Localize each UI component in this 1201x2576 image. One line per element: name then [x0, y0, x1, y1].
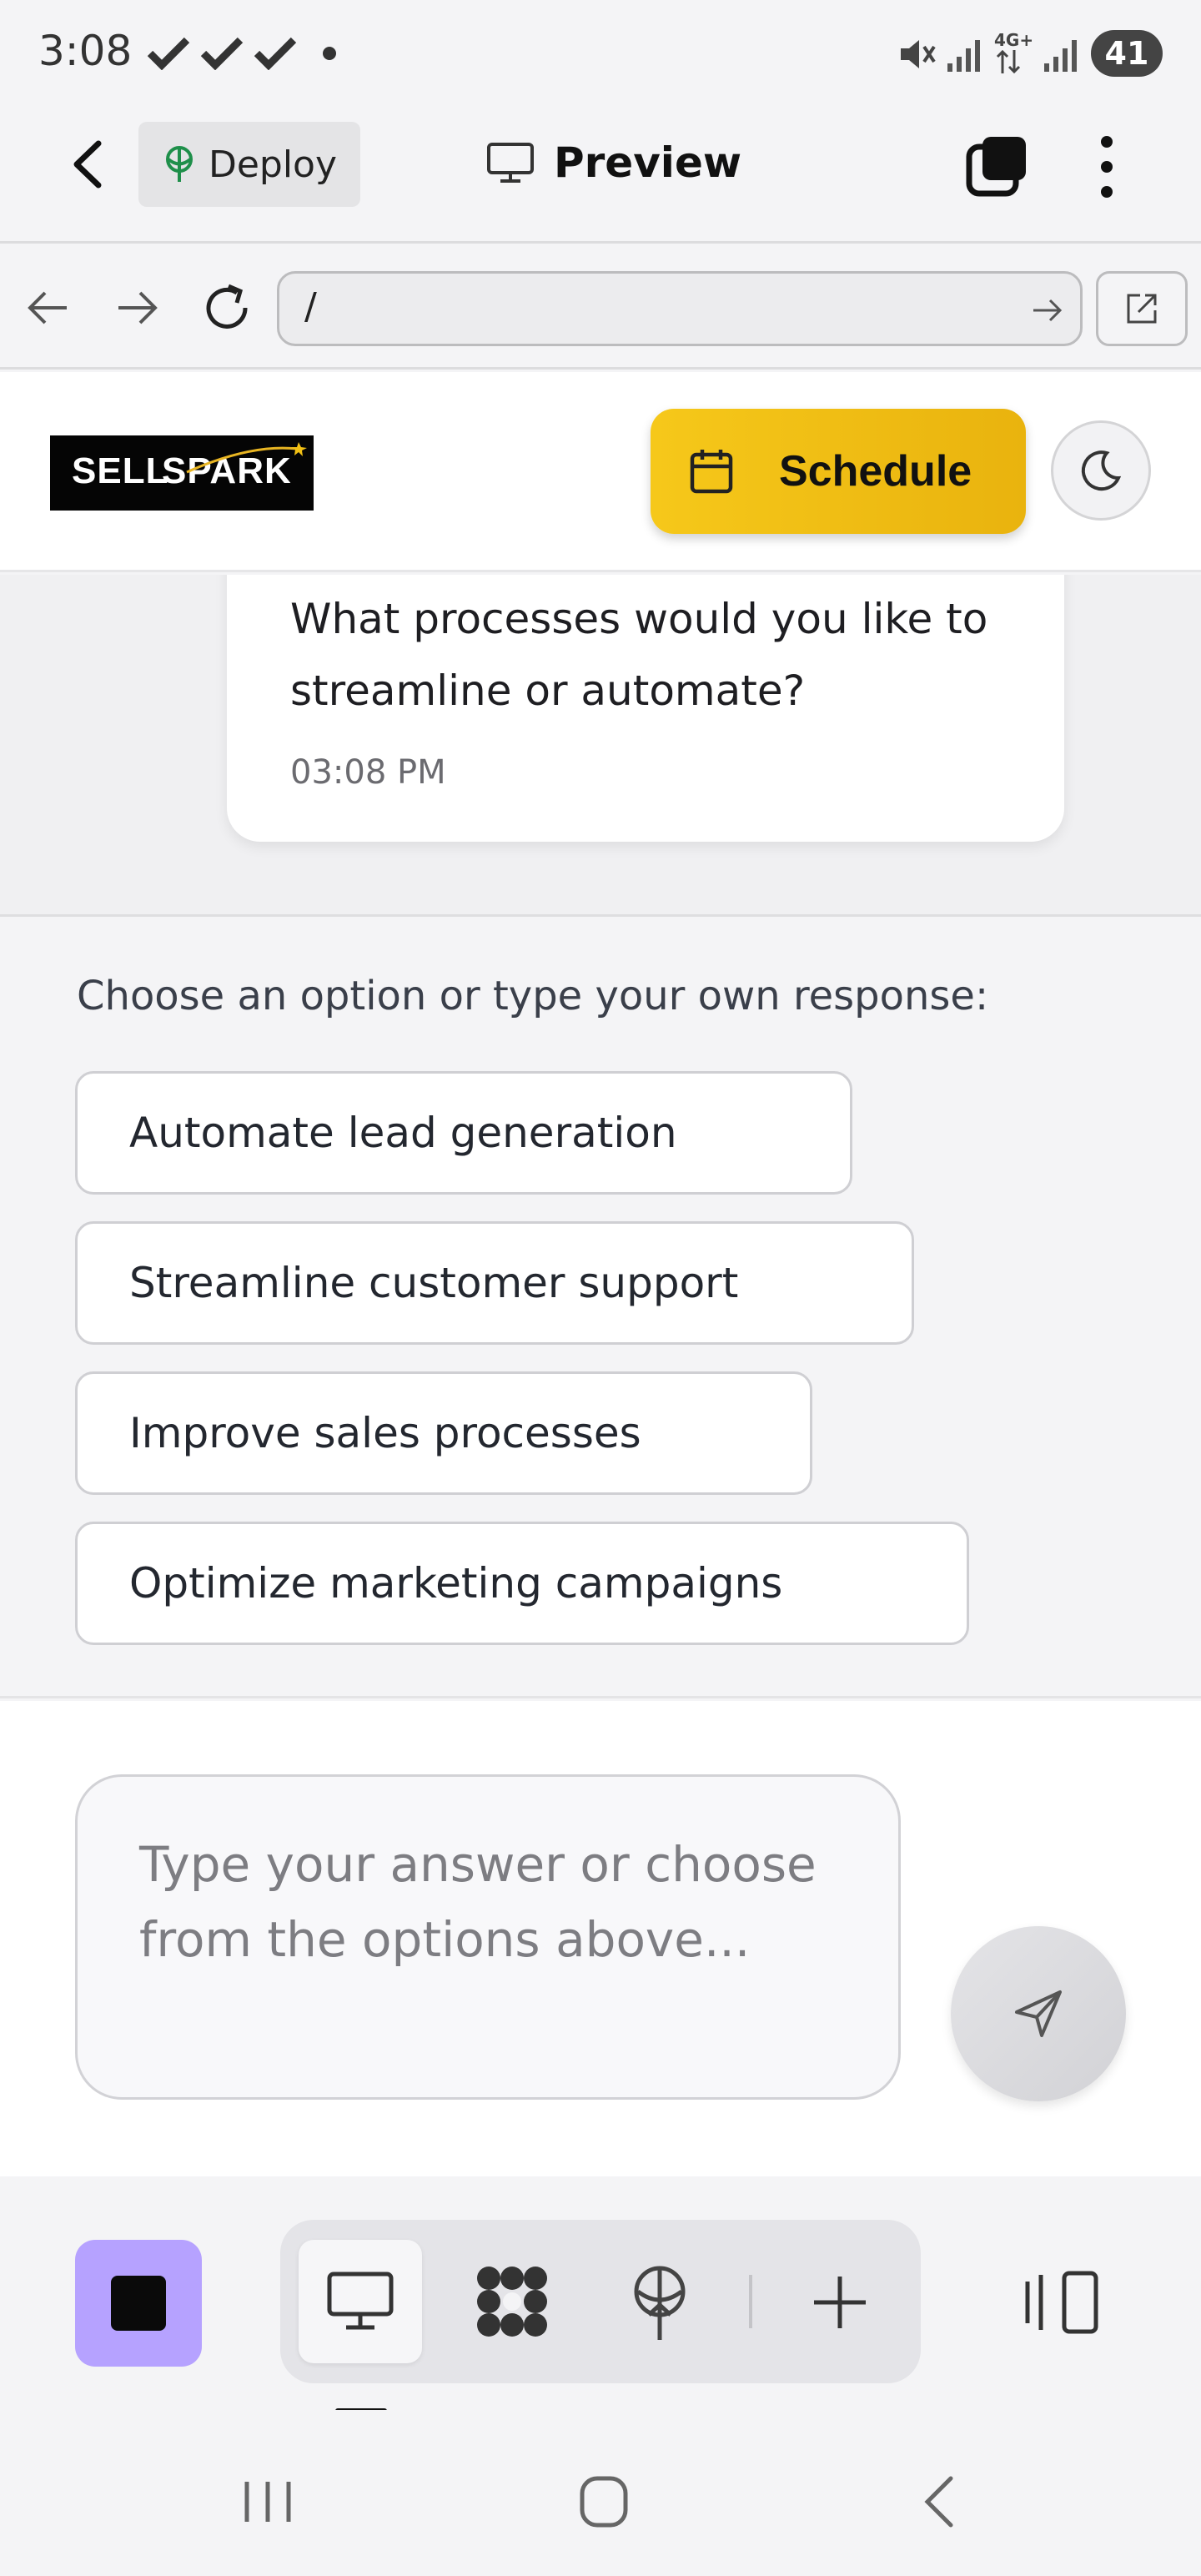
check-icon	[147, 37, 190, 70]
schedule-button[interactable]: Schedule	[651, 409, 1026, 534]
preview-tab[interactable]: Preview	[485, 133, 741, 192]
deploy-button[interactable]: Deploy	[138, 122, 360, 207]
go-arrow-icon[interactable]	[1030, 295, 1063, 325]
input-area: Type your answer or choose from the opti…	[0, 1701, 1201, 2176]
option-button[interactable]: Streamline customer support	[75, 1221, 914, 1345]
bottom-toolbar	[0, 2176, 1201, 2413]
network-type: 4G+	[994, 30, 1034, 50]
answer-input[interactable]: Type your answer or choose from the opti…	[75, 1774, 901, 2100]
stop-icon	[111, 2276, 166, 2331]
sellspark-logo[interactable]: SELL SPARK	[50, 435, 314, 511]
logo-text-sell: SELL	[72, 450, 169, 491]
signal-icon	[1044, 40, 1077, 72]
system-nav-bar	[0, 2410, 1201, 2576]
reload-icon[interactable]	[200, 281, 254, 335]
nav-forward-icon[interactable]	[113, 286, 160, 330]
tabs-icon[interactable]	[964, 133, 1029, 199]
quick-options: Choose an option or type your own respon…	[0, 919, 1201, 1698]
option-button[interactable]: Improve sales processes	[75, 1371, 812, 1495]
system-back-icon[interactable]	[917, 2473, 959, 2530]
status-bar: 3:08 4G+ 41	[0, 0, 1201, 108]
tool-group	[280, 2220, 921, 2383]
app-header: Deploy Preview	[0, 108, 1201, 244]
message-timestamp: 03:08 PM	[290, 753, 446, 792]
send-button[interactable]	[951, 1926, 1126, 2101]
deploy-icon	[165, 146, 193, 182]
spark-swoosh-icon	[186, 442, 307, 474]
data-arrows-icon	[996, 49, 1021, 74]
check-icon	[254, 37, 297, 70]
open-external-button[interactable]	[1096, 271, 1188, 346]
mute-icon	[901, 40, 936, 68]
external-link-icon	[1127, 294, 1157, 324]
recents-icon[interactable]	[240, 2477, 295, 2527]
browser-bar: /	[0, 246, 1201, 370]
option-button[interactable]: Automate lead generation	[75, 1071, 852, 1195]
option-button[interactable]: Optimize marketing campaigns	[75, 1522, 969, 1645]
battery-indicator: 41	[1091, 30, 1163, 77]
check-icon	[200, 37, 244, 70]
integrations-icon[interactable]	[472, 2262, 552, 2342]
deploy-label: Deploy	[208, 143, 338, 186]
preview-label: Preview	[554, 138, 742, 187]
schedule-label: Schedule	[779, 447, 972, 496]
back-icon[interactable]	[67, 138, 108, 190]
divider	[749, 2275, 752, 2328]
notification-dot	[323, 47, 336, 60]
desktop-view-button[interactable]	[299, 2240, 422, 2363]
signal-icon	[947, 40, 980, 72]
send-icon	[1015, 1990, 1062, 2037]
options-prompt: Choose an option or type your own respon…	[77, 973, 989, 1019]
clock: 3:08	[38, 27, 133, 75]
theme-toggle-button[interactable]	[1051, 420, 1151, 521]
home-icon[interactable]	[577, 2473, 631, 2530]
stop-button[interactable]	[75, 2240, 202, 2367]
message-text: What processes would you like to streaml…	[290, 595, 988, 715]
calendar-icon	[690, 450, 733, 494]
monitor-icon	[487, 143, 534, 183]
assistant-message: What processes would you like to streaml…	[227, 575, 1064, 842]
url-text: /	[304, 285, 317, 328]
site-header: SELL SPARK Schedule	[0, 372, 1201, 572]
more-options-icon[interactable]	[1093, 133, 1121, 200]
add-icon[interactable]	[811, 2273, 869, 2332]
monitor-icon	[327, 2272, 394, 2330]
moon-icon	[1081, 450, 1122, 491]
chat-area: What processes would you like to streaml…	[0, 575, 1201, 917]
layout-toggle-icon[interactable]	[1023, 2268, 1101, 2337]
nav-back-icon[interactable]	[25, 286, 72, 330]
url-bar[interactable]: /	[277, 271, 1083, 346]
deploy-icon[interactable]	[631, 2265, 689, 2343]
